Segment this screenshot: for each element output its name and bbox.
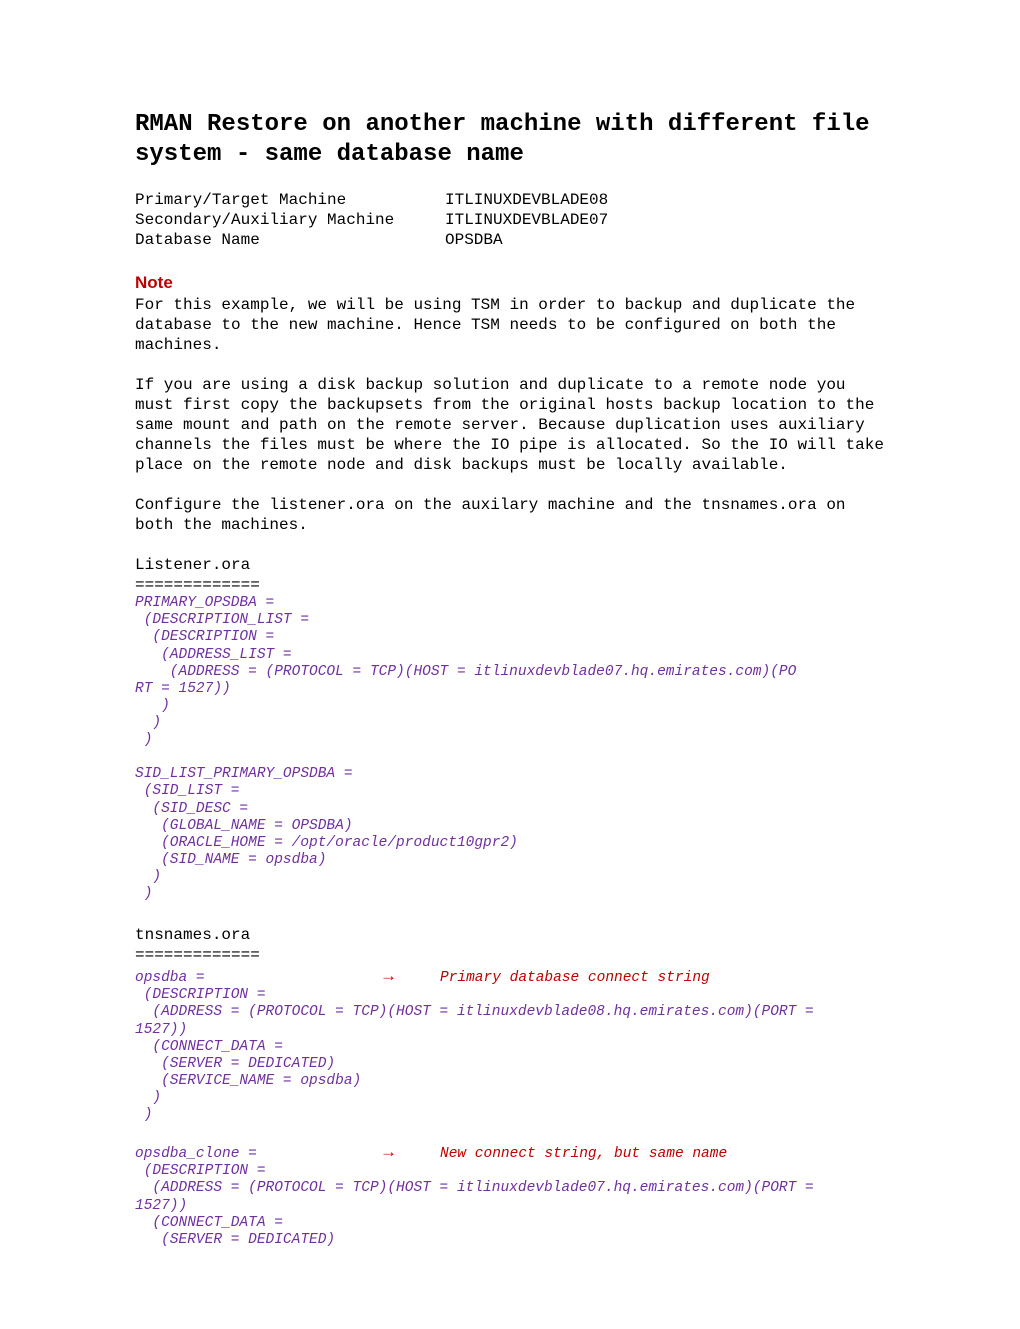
info-row-primary: Primary/Target Machine ITLINUXDEVBLADE08	[135, 190, 885, 210]
spacer	[135, 903, 885, 921]
tns-entry1-code: (DESCRIPTION = (ADDRESS = (PROTOCOL = TC…	[135, 987, 885, 1124]
page-title: RMAN Restore on another machine with dif…	[135, 110, 885, 170]
info-row-dbname: Database Name OPSDBA	[135, 230, 885, 250]
listener-code: PRIMARY_OPSDBA = (DESCRIPTION_LIST = (DE…	[135, 595, 885, 903]
paragraph-2: If you are using a disk backup solution …	[135, 375, 885, 475]
info-label: Primary/Target Machine	[135, 190, 445, 210]
info-row-secondary: Secondary/Auxiliary Machine ITLINUXDEVBL…	[135, 210, 885, 230]
tns-entry1-comment: Primary database connect string	[440, 969, 710, 987]
tns-entry1-header: opsdba = → Primary database connect stri…	[135, 965, 885, 987]
paragraph-3: Configure the listener.ora on the auxila…	[135, 495, 885, 535]
tns-entry2-comment: New connect string, but same name	[440, 1145, 727, 1163]
listener-section-name: Listener.ora	[135, 555, 885, 575]
listener-divider: =============	[135, 575, 885, 595]
tns-entry2-key: opsdba_clone =	[135, 1145, 380, 1163]
arrow-icon: →	[380, 1141, 440, 1162]
info-label: Database Name	[135, 230, 445, 250]
tns-entry2-header: opsdba_clone = → New connect string, but…	[135, 1141, 885, 1163]
tnsnames-section-name: tnsnames.ora	[135, 925, 885, 945]
info-value: OPSDBA	[445, 230, 885, 250]
tns-entry1-key: opsdba =	[135, 969, 380, 987]
tns-entry2-code: (DESCRIPTION = (ADDRESS = (PROTOCOL = TC…	[135, 1163, 885, 1249]
spacer	[135, 1124, 885, 1141]
info-block: Primary/Target Machine ITLINUXDEVBLADE08…	[135, 190, 885, 250]
tnsnames-divider: =============	[135, 945, 885, 965]
paragraph-1: For this example, we will be using TSM i…	[135, 295, 885, 355]
info-value: ITLINUXDEVBLADE07	[445, 210, 885, 230]
info-value: ITLINUXDEVBLADE08	[445, 190, 885, 210]
info-label: Secondary/Auxiliary Machine	[135, 210, 445, 230]
note-heading: Note	[135, 272, 885, 293]
arrow-icon: →	[380, 965, 440, 986]
